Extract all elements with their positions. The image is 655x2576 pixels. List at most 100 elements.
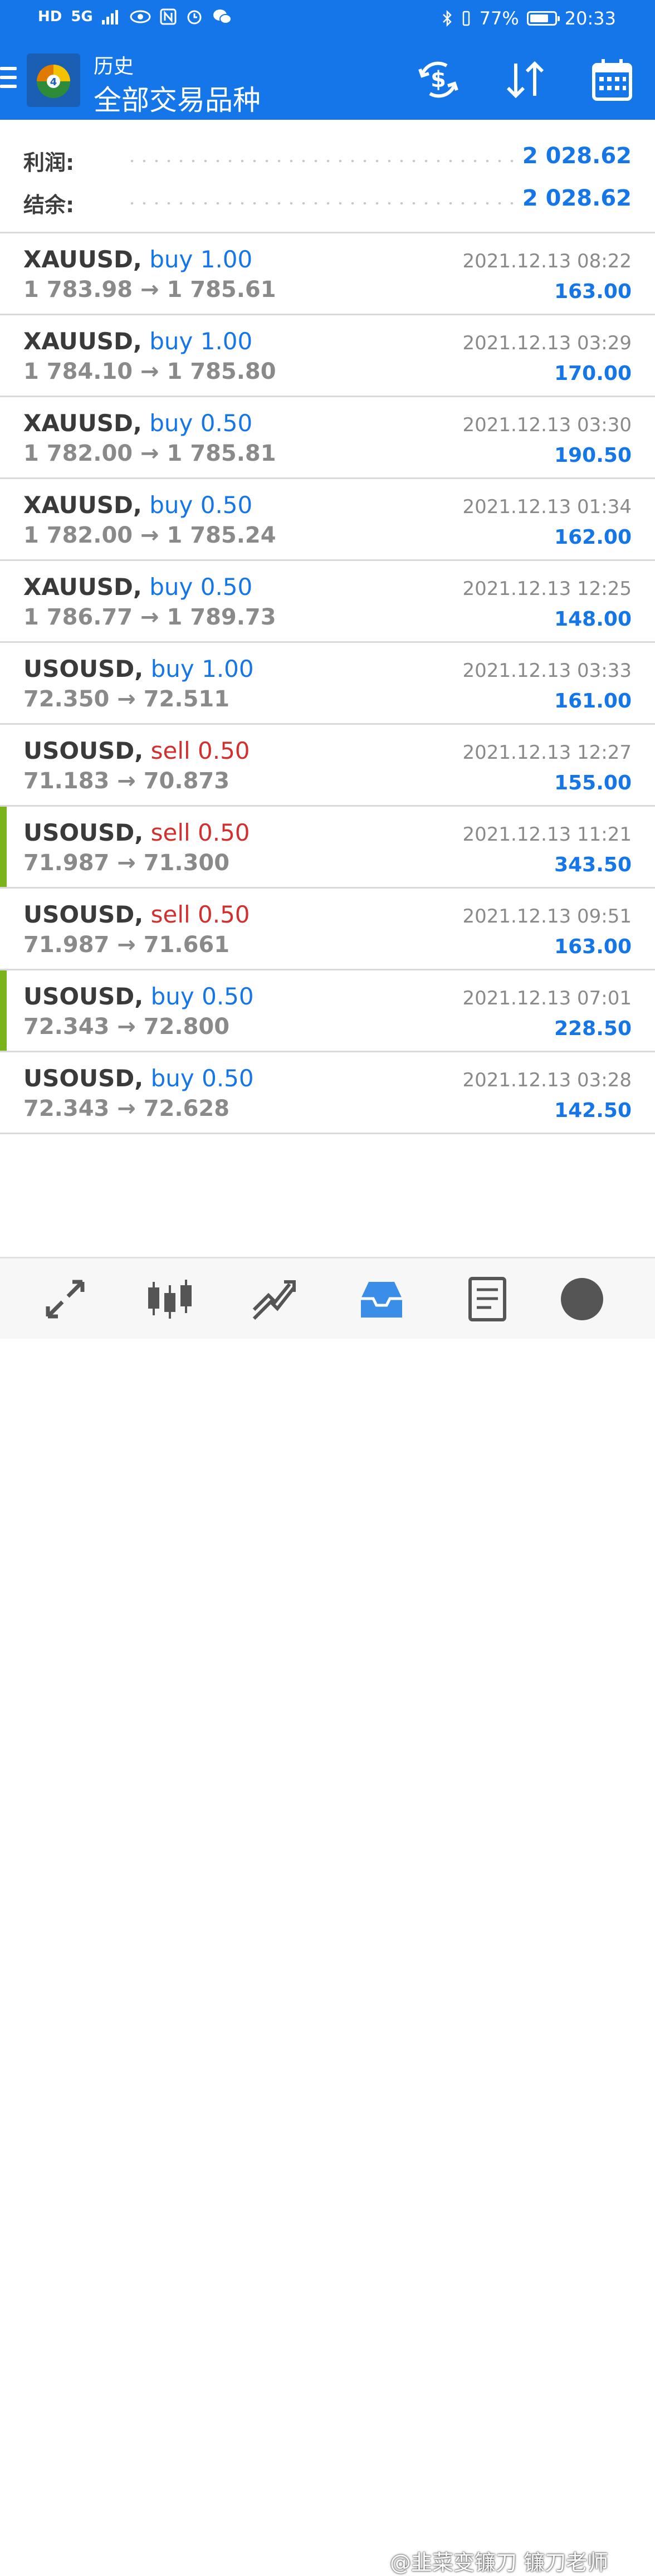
hd-indicator: HD bbox=[38, 8, 62, 25]
trade-profit: 190.50 bbox=[554, 444, 632, 467]
trade-row[interactable]: USOUSD, sell 0.50 71.987 → 71.661 2021.12.… bbox=[0, 889, 655, 970]
menu-icon[interactable] bbox=[0, 67, 17, 89]
trade-side: buy bbox=[149, 491, 193, 519]
trade-row[interactable]: USOUSD, buy 0.50 72.343 → 72.628 2021.12.1… bbox=[0, 1052, 655, 1134]
trade-prices: 1 784.10 → 1 785.80 bbox=[23, 359, 276, 384]
trade-prices: 71.987 → 71.661 bbox=[23, 932, 230, 958]
trade-profit: 162.00 bbox=[554, 526, 632, 549]
history-inbox-icon[interactable] bbox=[356, 1274, 407, 1324]
wechat-icon bbox=[213, 9, 232, 24]
trade-profit: 228.50 bbox=[554, 1017, 632, 1040]
trade-symbol: USOUSD, bbox=[23, 655, 144, 682]
trade-volume: 0.50 bbox=[198, 819, 250, 846]
trade-symbol: XAUUSD, bbox=[23, 409, 142, 437]
trade-time: 2021.12.13 11:21 bbox=[462, 823, 632, 846]
trade-side: buy bbox=[149, 409, 193, 437]
trade-profit: 163.00 bbox=[554, 280, 632, 303]
app-header: HD 5G 77% 20:33 4 历史 全部交易品种 $ bbox=[0, 0, 655, 120]
trade-history-list: XAUUSD, buy 1.00 1 783.98 → 1 785.61 2021.… bbox=[0, 233, 655, 1134]
trade-symbol: XAUUSD, bbox=[23, 246, 142, 273]
trade-volume: 0.50 bbox=[200, 409, 253, 437]
trade-row[interactable]: XAUUSD, buy 0.50 1 782.00 → 1 785.24 2021.… bbox=[0, 479, 655, 561]
trade-volume: 0.50 bbox=[198, 901, 250, 928]
trade-profit: 142.50 bbox=[554, 1099, 632, 1122]
trade-symbol: USOUSD, bbox=[23, 983, 144, 1010]
trade-profit: 155.00 bbox=[554, 772, 632, 794]
status-indicators: HD 5G bbox=[38, 8, 232, 26]
trade-row[interactable]: XAUUSD, buy 1.00 1 784.10 → 1 785.80 2021.… bbox=[0, 315, 655, 397]
trade-header: XAUUSD, buy 0.50 bbox=[23, 409, 252, 437]
quotes-arrows-icon[interactable] bbox=[40, 1274, 90, 1324]
bottom-navigation: @韭菜变镰刀 镰刀老师 bbox=[0, 1257, 655, 2575]
battery-icon bbox=[526, 11, 560, 26]
trade-volume: 1.00 bbox=[200, 328, 253, 355]
trade-side: buy bbox=[150, 983, 194, 1010]
sort-icon[interactable] bbox=[501, 56, 549, 104]
trade-prices: 1 783.98 → 1 785.61 bbox=[23, 277, 276, 303]
trade-prices: 71.183 → 70.873 bbox=[23, 768, 230, 794]
trade-symbol: USOUSD, bbox=[23, 737, 144, 764]
trade-row[interactable]: XAUUSD, buy 1.00 1 783.98 → 1 785.61 2021.… bbox=[0, 233, 655, 315]
trade-side: buy bbox=[149, 328, 193, 355]
dollar-exchange-icon[interactable]: $ bbox=[414, 56, 462, 104]
trade-time: 2021.12.13 12:25 bbox=[462, 578, 632, 600]
trade-symbol: USOUSD, bbox=[23, 901, 144, 928]
trade-prices: 1 782.00 → 1 785.24 bbox=[23, 523, 276, 548]
metatrader-logo[interactable]: 4 bbox=[27, 53, 80, 107]
calendar-icon[interactable] bbox=[588, 56, 636, 104]
news-icon[interactable] bbox=[462, 1274, 512, 1324]
trade-header: USOUSD, sell 0.50 bbox=[23, 819, 250, 846]
trade-header: XAUUSD, buy 0.50 bbox=[23, 573, 252, 601]
trade-prices: 72.343 → 72.800 bbox=[23, 1014, 230, 1040]
trade-symbol: USOUSD, bbox=[23, 819, 144, 846]
trade-time: 2021.12.13 03:29 bbox=[462, 332, 632, 354]
trade-header: USOUSD, buy 0.50 bbox=[23, 983, 254, 1010]
trade-row[interactable]: USOUSD, buy 0.50 72.343 → 72.800 2021.12.1… bbox=[0, 970, 655, 1052]
trade-volume: 0.50 bbox=[202, 983, 254, 1010]
trade-volume: 0.50 bbox=[200, 573, 253, 601]
trade-side: sell bbox=[150, 819, 190, 846]
trade-profit: 163.00 bbox=[554, 935, 632, 958]
trade-time: 2021.12.13 09:51 bbox=[462, 905, 632, 928]
trade-chart-icon[interactable] bbox=[250, 1274, 300, 1324]
nfc-icon bbox=[160, 8, 177, 25]
trade-time: 2021.12.13 12:27 bbox=[462, 741, 632, 764]
signal-icon bbox=[101, 10, 118, 25]
trade-symbol: USOUSD, bbox=[23, 1065, 144, 1092]
status-bar: HD 5G 77% 20:33 bbox=[0, 0, 655, 40]
trade-volume: 0.50 bbox=[202, 1065, 254, 1092]
trade-symbol: XAUUSD, bbox=[23, 328, 142, 355]
trade-profit: 161.00 bbox=[554, 690, 632, 713]
trade-profit: 343.50 bbox=[554, 853, 632, 876]
chat-icon[interactable] bbox=[557, 1274, 607, 1324]
trade-header: XAUUSD, buy 1.00 bbox=[23, 246, 252, 273]
trade-prices: 72.350 → 72.511 bbox=[23, 686, 230, 712]
trade-symbol: XAUUSD, bbox=[23, 491, 142, 519]
balance-label: 结余: bbox=[23, 193, 75, 217]
trade-header: USOUSD, sell 0.50 bbox=[23, 901, 250, 928]
trade-time: 2021.12.13 03:28 bbox=[462, 1069, 632, 1091]
clock: 20:33 bbox=[564, 8, 616, 29]
eye-icon bbox=[130, 10, 151, 23]
trade-row[interactable]: USOUSD, buy 1.00 72.350 → 72.511 2021.12.1… bbox=[0, 643, 655, 725]
profit-value: 2 028.62 bbox=[522, 143, 632, 169]
trade-time: 2021.12.13 01:34 bbox=[462, 496, 632, 518]
trade-row[interactable]: USOUSD, sell 0.50 71.987 → 71.300 2021.12.… bbox=[0, 807, 655, 889]
trade-row[interactable]: USOUSD, sell 0.50 71.183 → 70.873 2021.12.… bbox=[0, 725, 655, 807]
balance-value: 2 028.62 bbox=[522, 186, 632, 211]
trade-profit: 170.00 bbox=[554, 362, 632, 385]
bluetooth-icon bbox=[442, 10, 452, 27]
toolbar-title[interactable]: 全部交易品种 bbox=[94, 78, 261, 118]
trade-profit: 148.00 bbox=[554, 608, 632, 631]
trade-side: buy bbox=[150, 655, 194, 682]
alarm-icon bbox=[187, 10, 202, 25]
trade-header: USOUSD, buy 0.50 bbox=[23, 1065, 254, 1092]
trade-row[interactable]: XAUUSD, buy 0.50 1 786.77 → 1 789.73 2021.… bbox=[0, 561, 655, 643]
trade-row[interactable]: XAUUSD, buy 0.50 1 782.00 → 1 785.81 2021.… bbox=[0, 397, 655, 479]
trade-volume: 0.50 bbox=[200, 491, 253, 519]
trade-prices: 72.343 → 72.628 bbox=[23, 1096, 230, 1121]
trade-prices: 1 782.00 → 1 785.81 bbox=[23, 441, 276, 466]
chart-candles-icon[interactable] bbox=[145, 1274, 195, 1324]
toolbar-subtitle: 历史 bbox=[94, 55, 134, 78]
dotted-leader bbox=[126, 202, 522, 204]
